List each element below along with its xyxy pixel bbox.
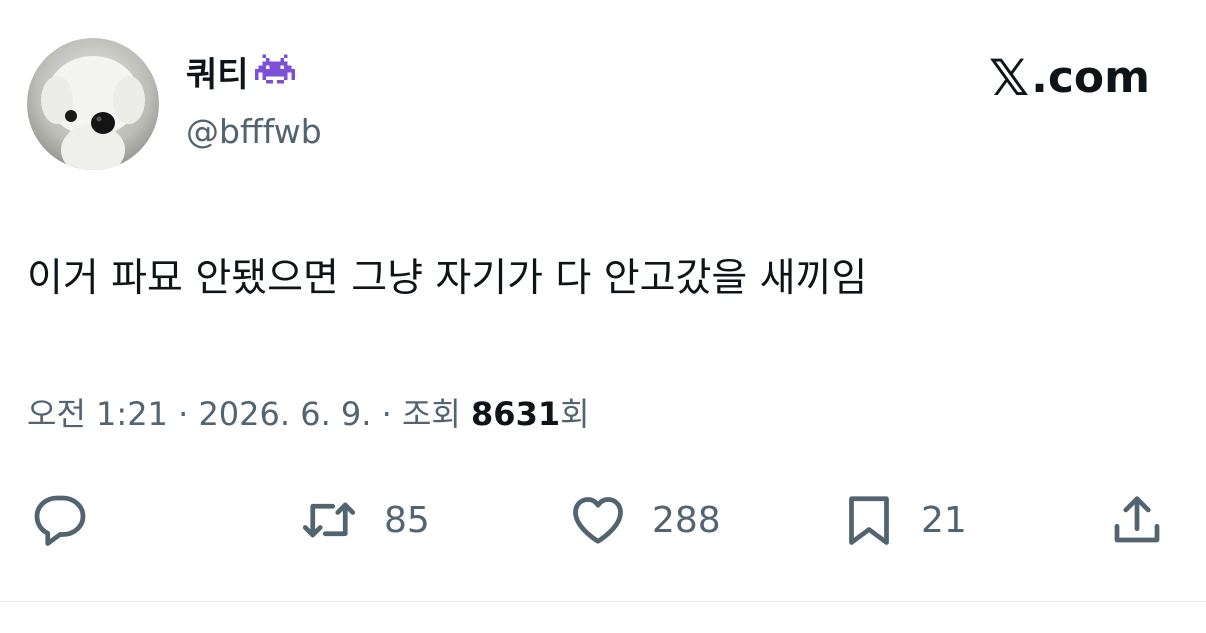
meta-separator: · [371, 395, 402, 433]
author-handle[interactable]: @bfffwb [186, 110, 322, 154]
x-logo-icon: 𝕏 [988, 49, 1030, 107]
reply-icon [29, 490, 91, 550]
share-icon [1107, 490, 1167, 550]
tweet-date[interactable]: 2026. 6. 9. [198, 395, 371, 433]
brand-domain: .com [1031, 52, 1150, 103]
author-display-name-row[interactable]: 쿼티 [186, 52, 295, 98]
avatar[interactable] [27, 38, 159, 170]
like-button[interactable]: 288 [566, 488, 721, 552]
tweet-text: 이거 파묘 안됐으면 그냥 자기가 다 안고갔을 새끼임 [27, 256, 868, 301]
views-count: 8631 [471, 395, 561, 433]
author-display-name[interactable]: 쿼티 [186, 52, 249, 98]
bottom-divider [0, 601, 1206, 602]
bookmark-icon [839, 490, 899, 550]
reply-button[interactable] [29, 488, 91, 552]
views-suffix: 회 [560, 395, 590, 433]
tweet-time[interactable]: 오전 1:21 [27, 395, 168, 433]
x-brand-logo: 𝕏 .com [989, 52, 1150, 104]
puppy-avatar-image [41, 56, 145, 170]
views-label: 조회 [401, 395, 472, 433]
alien-monster-icon [254, 52, 295, 98]
bookmark-button[interactable]: 21 [839, 488, 967, 552]
meta-separator: · [167, 395, 199, 433]
bookmark-count: 21 [921, 499, 967, 541]
retweet-button[interactable]: 85 [296, 488, 430, 552]
retweet-icon [296, 490, 362, 550]
share-button[interactable] [1107, 488, 1167, 552]
tweet-meta: 오전 1:21 · 2026. 6. 9. · 조회 8631회 [27, 389, 590, 439]
heart-icon [566, 490, 630, 550]
retweet-count: 85 [384, 499, 430, 541]
action-bar: 85 288 21 [0, 488, 1206, 552]
like-count: 288 [652, 499, 721, 541]
